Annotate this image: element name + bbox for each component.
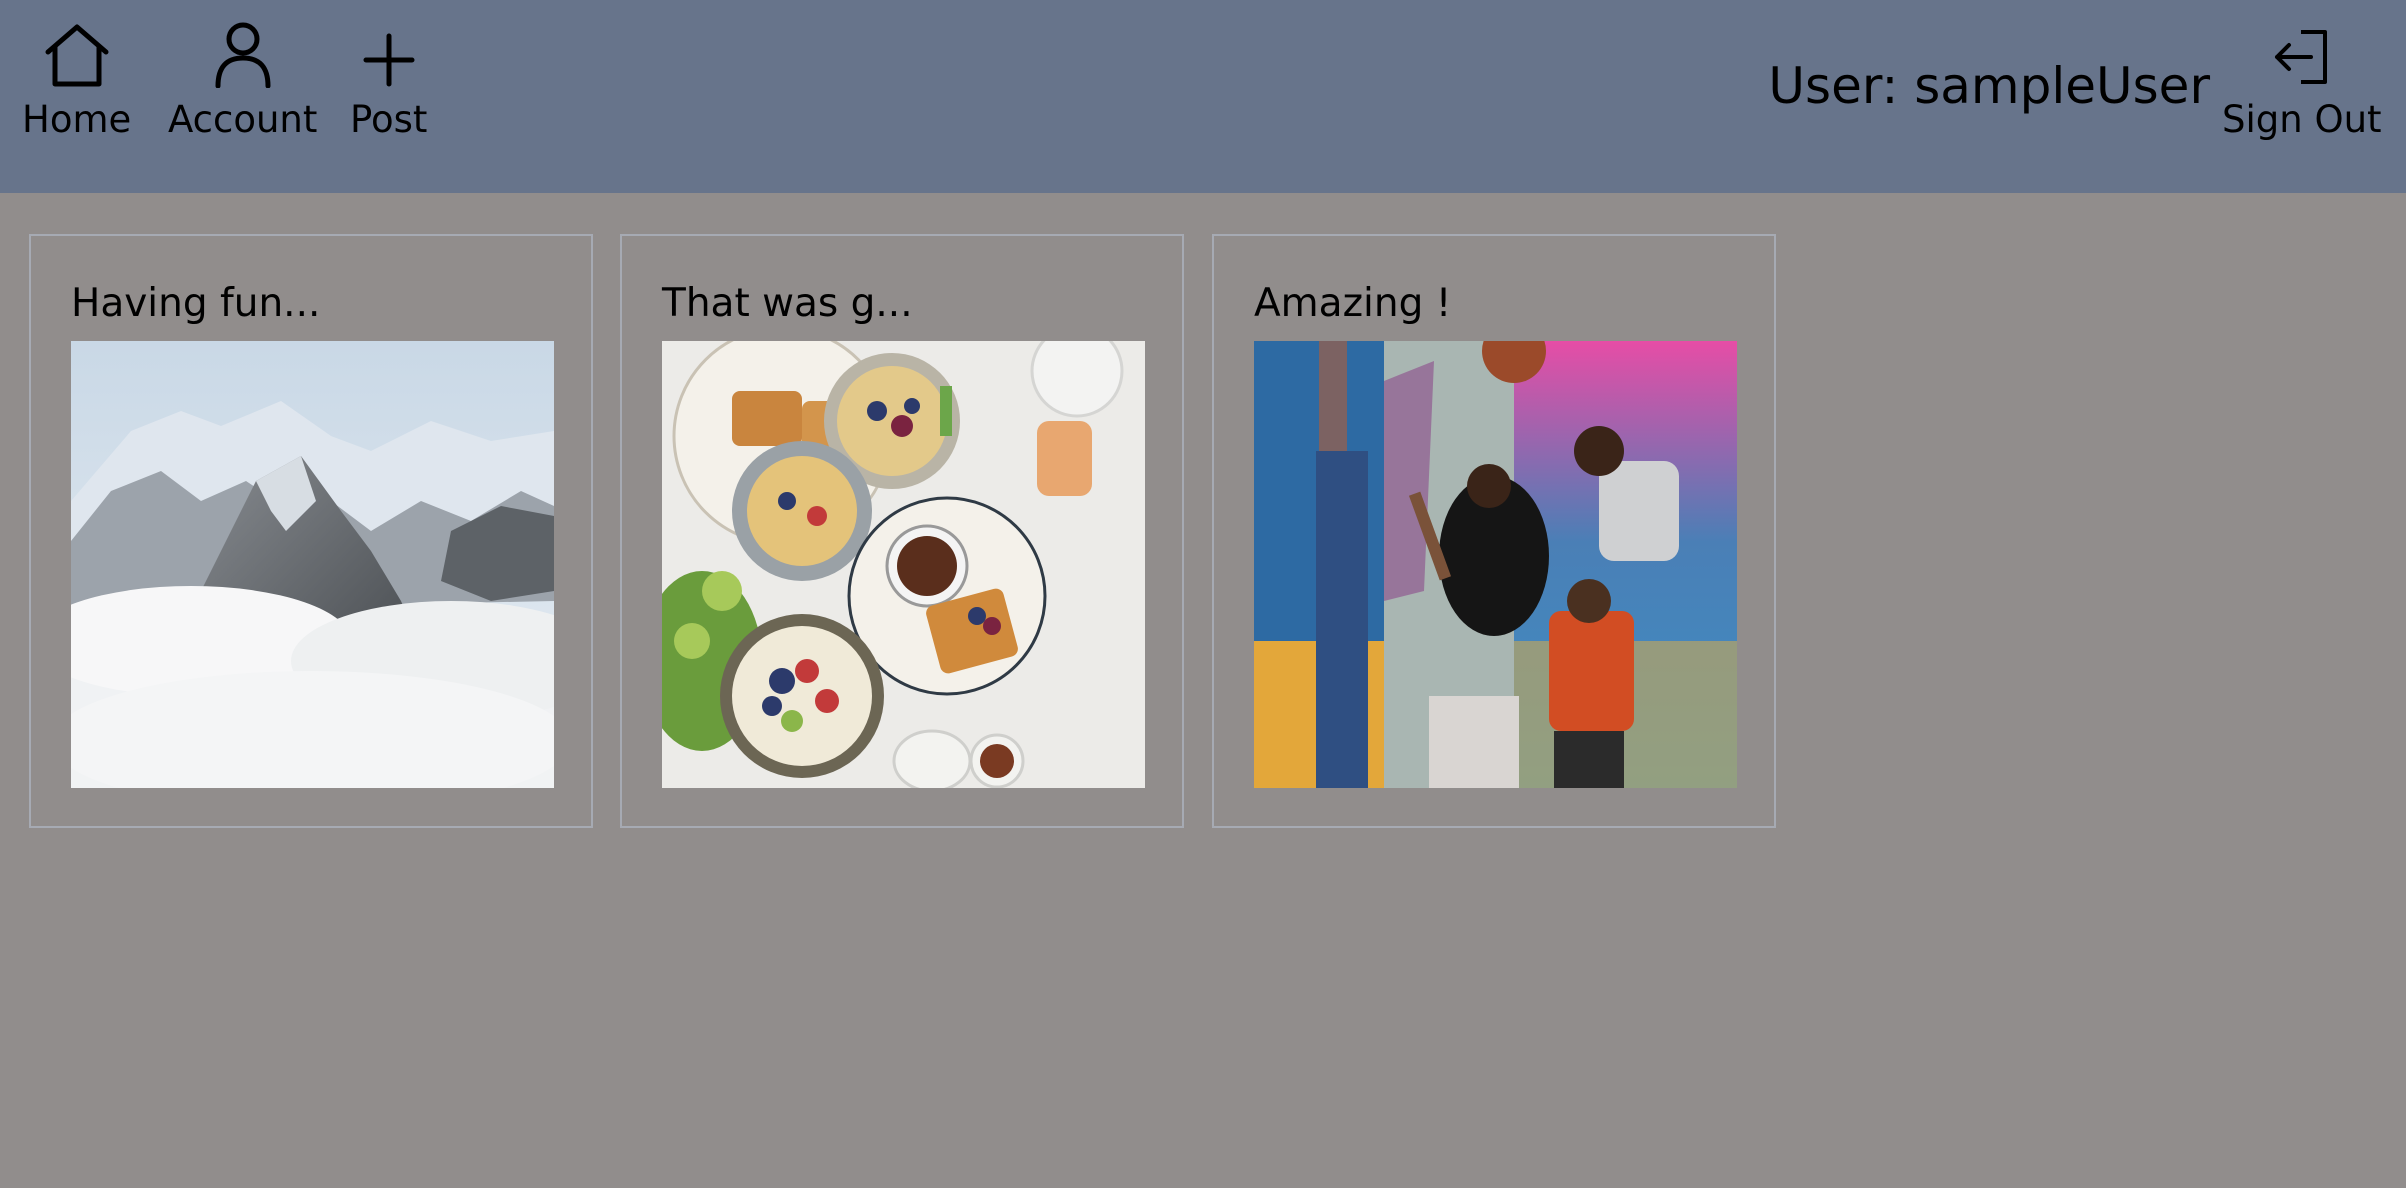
account-label: Account	[168, 98, 318, 141]
post-button[interactable]: Post	[350, 22, 427, 142]
sign-out-button[interactable]: Sign Out	[2222, 22, 2382, 142]
account-button[interactable]: Account	[168, 22, 317, 142]
post-card[interactable]: Having fun...	[29, 234, 593, 828]
breakfast-photo[interactable]	[662, 341, 1145, 788]
home-icon	[42, 22, 112, 88]
user-icon	[208, 22, 278, 88]
home-button[interactable]: Home	[22, 22, 131, 142]
post-label: Post	[350, 98, 428, 141]
basketball-photo[interactable]	[1254, 341, 1737, 788]
home-label: Home	[22, 98, 132, 141]
current-user-label: User: sampleUser	[1768, 57, 2210, 115]
post-card[interactable]: That was g...	[620, 234, 1184, 828]
post-title: Amazing !	[1254, 281, 1452, 326]
sign-out-icon	[2267, 22, 2337, 88]
post-title: That was g...	[662, 281, 913, 326]
plus-icon	[354, 22, 424, 88]
top-nav-bar: Home Account Post User: sampleUser Sign …	[0, 0, 2406, 193]
post-card[interactable]: Amazing !	[1212, 234, 1776, 828]
sign-out-label: Sign Out	[2222, 98, 2382, 141]
post-title: Having fun...	[71, 281, 321, 326]
mountain-photo[interactable]	[71, 341, 554, 788]
